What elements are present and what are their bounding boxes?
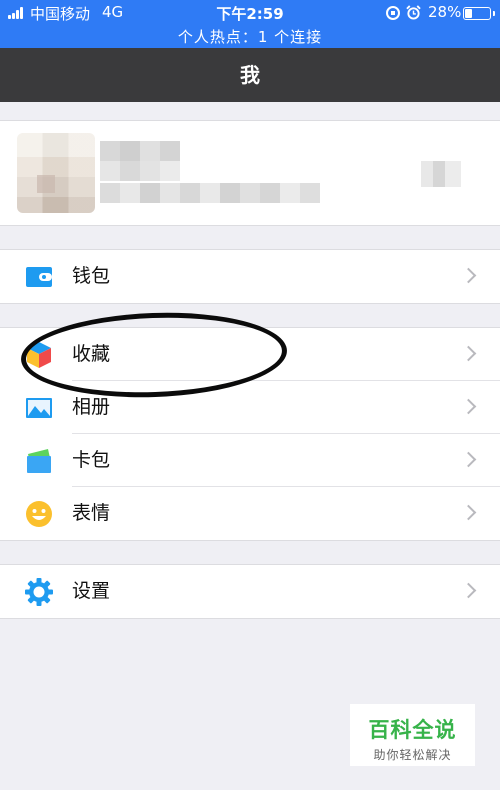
card-pack-icon: [27, 449, 51, 473]
content-group: 收藏 相册 卡包 表情: [0, 327, 500, 541]
menu-item-wallet[interactable]: 钱包: [0, 250, 500, 303]
wallet-icon: [26, 267, 52, 287]
avatar[interactable]: [17, 133, 95, 213]
page-title: 我: [0, 48, 500, 102]
favorites-cube-icon: [27, 342, 51, 368]
rotation-lock-icon: [386, 6, 400, 20]
clock: 下午2:59: [216, 5, 284, 23]
profile-card[interactable]: [0, 120, 500, 226]
battery-percent: 28%: [428, 3, 462, 21]
chevron-right-icon: [460, 267, 477, 284]
nickname-blurred: [100, 141, 180, 161]
menu-item-card-pack[interactable]: 卡包: [0, 434, 500, 487]
hotspot-banner[interactable]: 个人热点：1 个连接: [0, 26, 500, 47]
menu-item-favorites[interactable]: 收藏: [0, 328, 500, 381]
battery-icon: [463, 7, 495, 20]
menu-label-album: 相册: [72, 396, 111, 418]
watermark-logo: 百科全说 助你轻松解决: [350, 704, 475, 766]
smiley-icon: [26, 501, 52, 527]
chevron-right-icon: [460, 582, 477, 599]
settings-group: 设置: [0, 564, 500, 619]
chevron-right-icon: [460, 451, 477, 468]
chevron-right-icon: [460, 398, 477, 415]
menu-label-favorites: 收藏: [72, 343, 111, 365]
menu-label-card-pack: 卡包: [72, 449, 111, 471]
album-icon: [26, 398, 52, 418]
wallet-group: 钱包: [0, 249, 500, 304]
status-row: 中国移动 4G 下午2:59 28%: [0, 2, 500, 24]
qr-code-icon[interactable]: [421, 161, 461, 187]
battery-level: [465, 9, 473, 18]
menu-item-settings[interactable]: 设置: [0, 565, 500, 618]
watermark-subtitle: 助你轻松解决: [373, 748, 452, 762]
status-bar: 中国移动 4G 下午2:59 28% 个人热点：1 个连接: [0, 0, 500, 48]
alarm-icon: [406, 5, 421, 20]
chevron-right-icon: [460, 504, 477, 521]
menu-label-stickers: 表情: [72, 502, 111, 524]
menu-item-album[interactable]: 相册: [0, 381, 500, 434]
wechat-id-blurred: [100, 183, 320, 203]
menu-label-wallet: 钱包: [72, 265, 111, 287]
menu-item-stickers[interactable]: 表情: [0, 487, 500, 540]
gear-icon: [25, 578, 53, 606]
menu-label-settings: 设置: [72, 580, 111, 602]
chevron-right-icon: [460, 345, 477, 362]
nickname-blurred-2: [100, 161, 180, 181]
watermark-title: 百科全说: [368, 718, 457, 742]
